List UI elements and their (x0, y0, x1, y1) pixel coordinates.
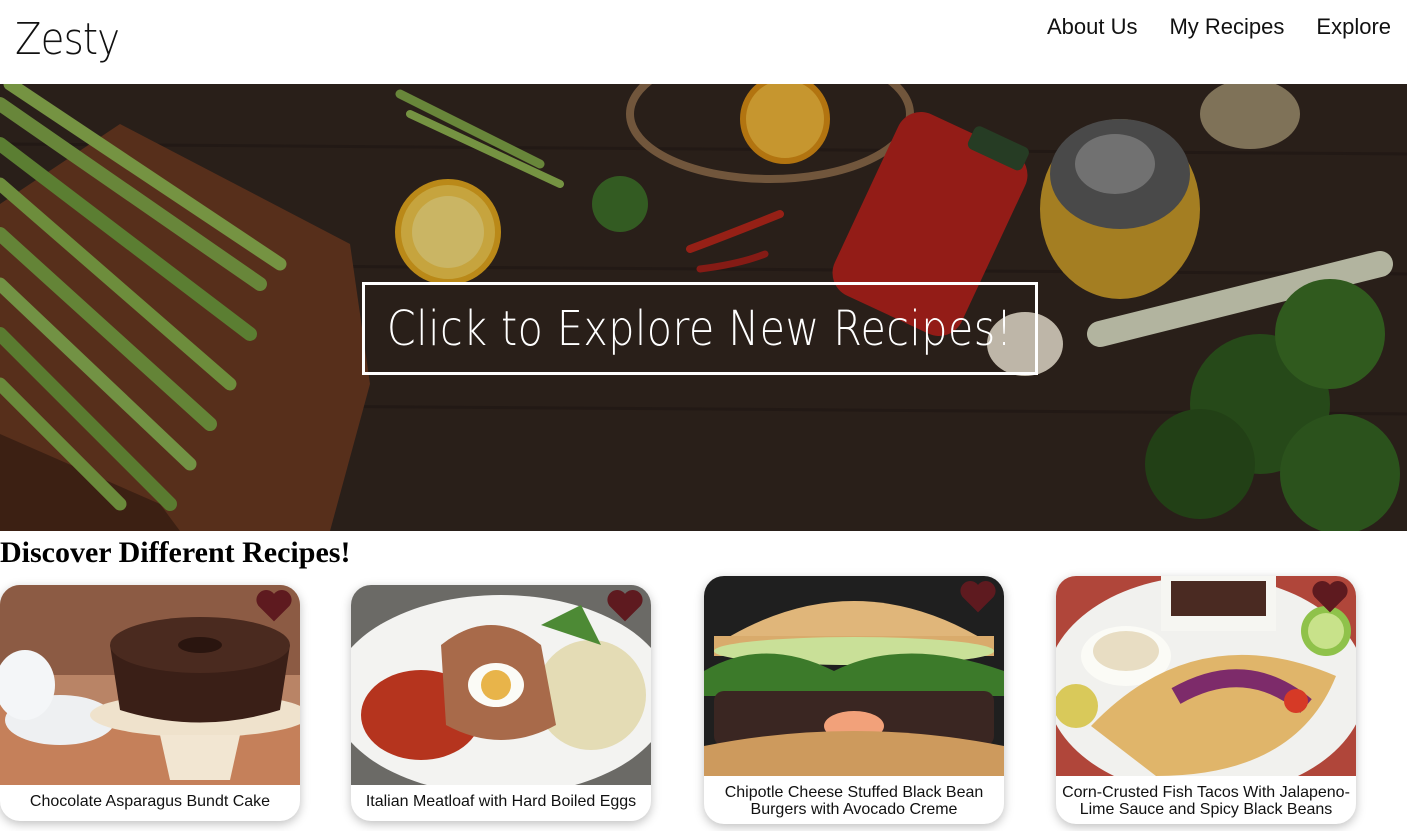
recipe-title: Chocolate Asparagus Bundt Cake (29, 793, 271, 810)
main-nav: About Us My Recipes Explore (1047, 14, 1391, 40)
nav-my-recipes-link[interactable]: My Recipes (1169, 14, 1284, 40)
recipe-image (0, 585, 300, 785)
recipe-image (704, 576, 1004, 776)
recipe-title: Italian Meatloaf with Hard Boiled Eggs (365, 793, 637, 810)
recipe-card[interactable]: Corn-Crusted Fish Tacos With Jalapeno-Li… (1056, 576, 1356, 824)
recipe-card[interactable]: Italian Meatloaf with Hard Boiled Eggs (351, 585, 651, 821)
heart-icon[interactable] (958, 578, 998, 614)
nav-explore-link[interactable]: Explore (1316, 14, 1391, 40)
recipe-card[interactable]: Chocolate Asparagus Bundt Cake (0, 585, 300, 821)
discover-section-title: Discover Different Recipes! (0, 536, 351, 569)
recipe-card[interactable]: Chipotle Cheese Stuffed Black Bean Burge… (704, 576, 1004, 824)
heart-icon[interactable] (605, 587, 645, 623)
heart-icon[interactable] (1310, 578, 1350, 614)
nav-about-us-link[interactable]: About Us (1047, 14, 1138, 40)
explore-recipes-cta-button[interactable]: Click to Explore New Recipes! (362, 282, 1038, 375)
site-logo[interactable]: Zesty (15, 14, 120, 65)
recipe-image (351, 585, 651, 785)
heart-icon[interactable] (254, 587, 294, 623)
recipe-card-list: Chocolate Asparagus Bundt Cake Italian M… (0, 576, 1407, 831)
recipe-image (1056, 576, 1356, 776)
recipe-title: Corn-Crusted Fish Tacos With Jalapeno-Li… (1062, 784, 1350, 818)
explore-recipes-cta-label: Click to Explore New Recipes! (387, 300, 1013, 357)
top-navigation-bar: Zesty About Us My Recipes Explore (0, 0, 1407, 84)
recipe-title: Chipotle Cheese Stuffed Black Bean Burge… (724, 784, 984, 818)
hero-banner: Click to Explore New Recipes! (0, 84, 1407, 531)
